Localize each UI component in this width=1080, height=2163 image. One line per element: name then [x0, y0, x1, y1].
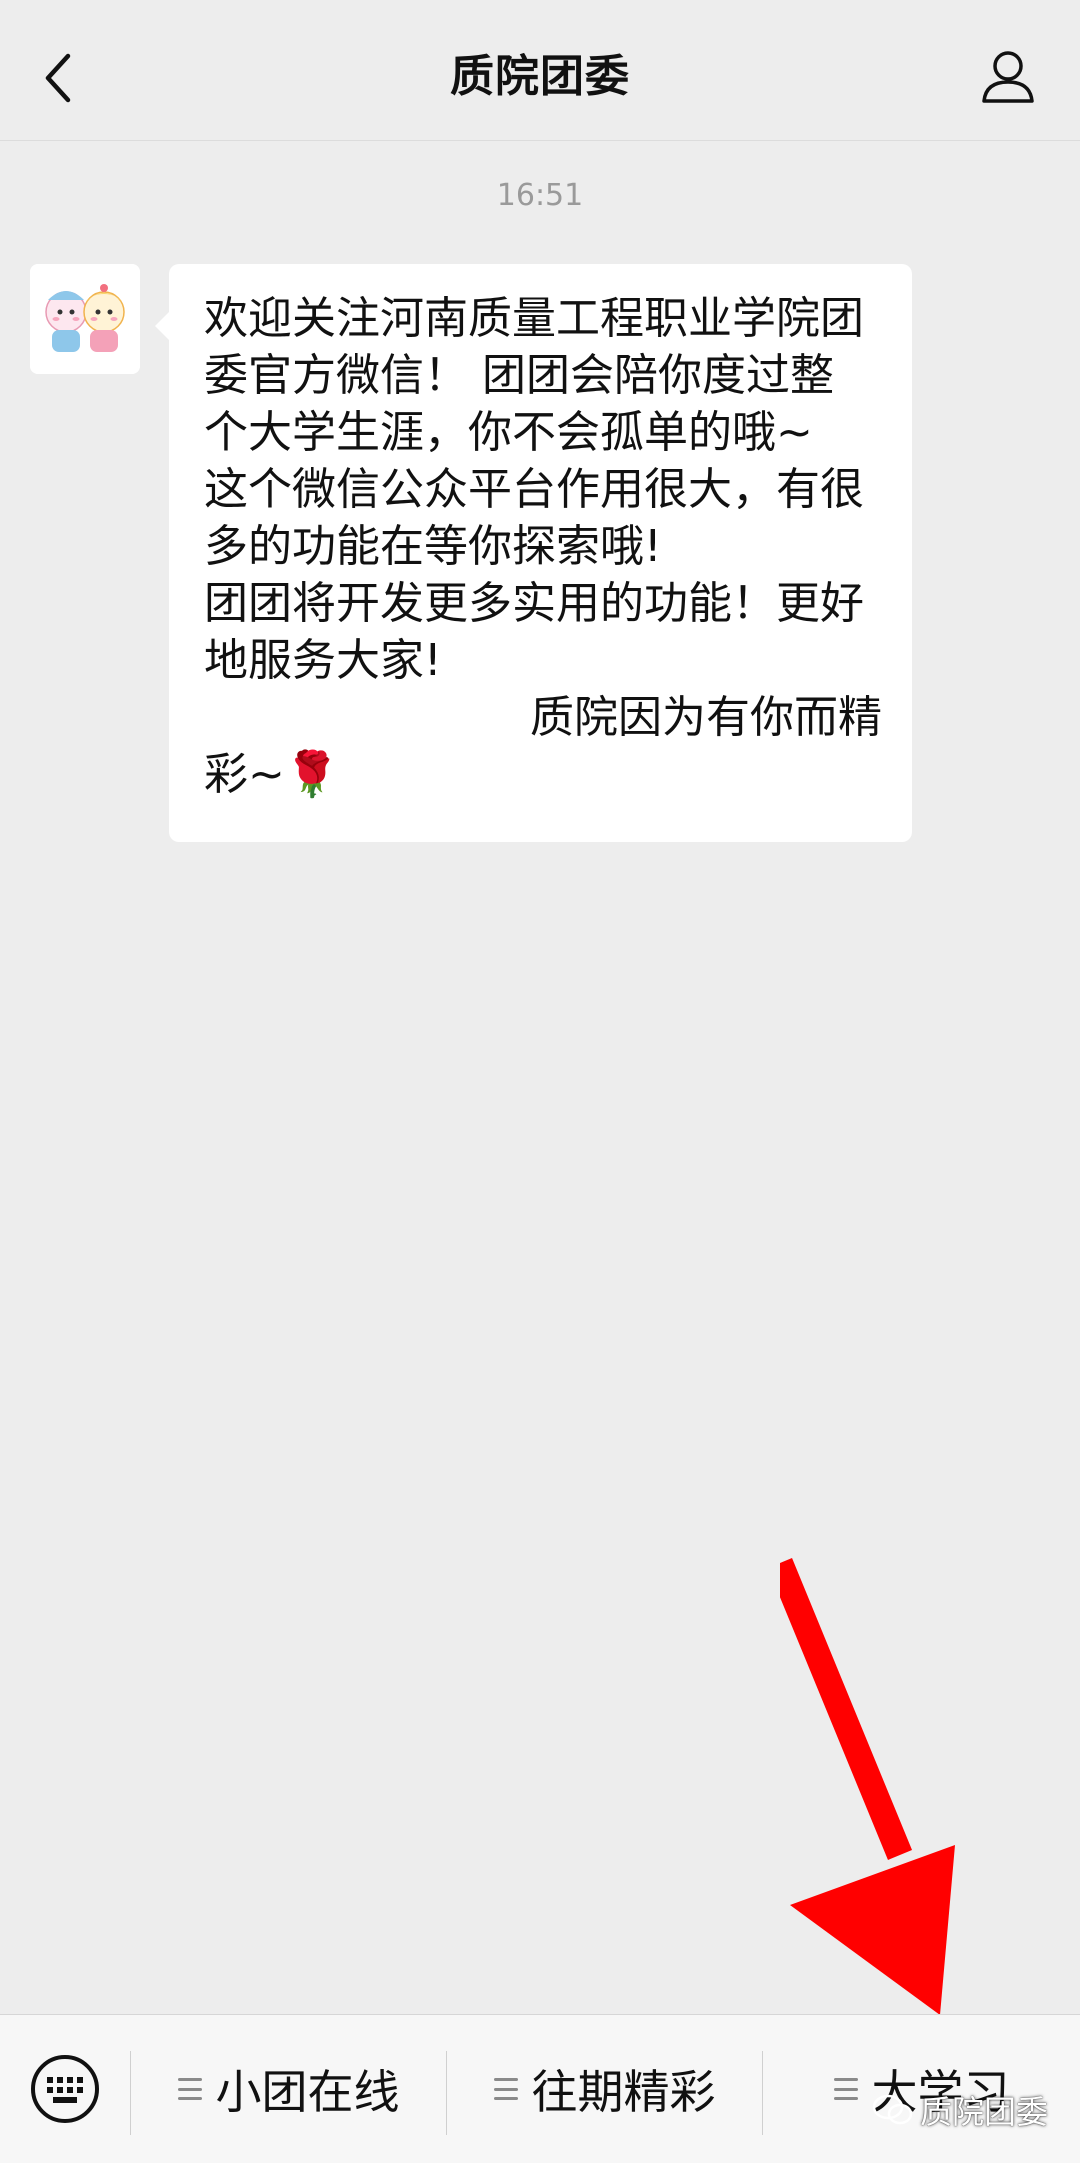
message-line: 个大学生涯，你不会孤单的哦~ — [204, 407, 813, 458]
message-line: 这个微信公众平台作用很大，有很 — [204, 464, 864, 515]
keyboard-toggle-button[interactable] — [0, 2015, 130, 2163]
message-line: 团团将开发更多实用的功能！更好 — [204, 578, 864, 629]
message-timestamp: 16:51 — [496, 178, 584, 213]
avatar[interactable] — [30, 264, 140, 374]
watermark: 质院团委 — [872, 2087, 1048, 2133]
message-line: 地服务大家! — [204, 635, 442, 686]
menu-list-icon — [833, 2078, 858, 2100]
bottom-menu-bar: 小团在线 往期精彩 大学习 质院团委 — [0, 2014, 1080, 2163]
menu-item-label: 往期精彩 — [531, 2065, 716, 2119]
header-bar: 质院团委 — [0, 0, 1080, 141]
chat-screen: 质院团委 16:51 欢迎关注河南质量工程职业学院团 委官方微信！ 团团会陪你度… — [0, 0, 1080, 2163]
message-line: 欢迎关注河南质量工程职业学院团 — [204, 293, 864, 344]
page-title: 质院团委 — [450, 51, 630, 102]
menu-list-icon — [493, 2078, 518, 2100]
mascot-avatar-icon — [30, 264, 140, 374]
menu-item-wangqi[interactable]: 往期精彩 — [447, 2015, 762, 2163]
message-bubble[interactable]: 欢迎关注河南质量工程职业学院团 委官方微信！ 团团会陪你度过整 个大学生涯，你不… — [155, 264, 912, 842]
profile-button[interactable] — [976, 44, 1040, 108]
watermark-text: 质院团委 — [919, 2093, 1048, 2131]
message-line: 多的功能在等你探索哦! — [204, 521, 662, 572]
message-line: 彩~🌹 — [204, 749, 340, 800]
message-line: 质院因为有你而精 — [530, 692, 882, 743]
keyboard-icon — [31, 2055, 99, 2123]
menu-item-label: 小团在线 — [215, 2065, 400, 2119]
message-line: 委官方微信！ 团团会陪你度过整 — [204, 350, 834, 401]
person-icon — [982, 51, 1034, 103]
menu-list-icon — [177, 2078, 202, 2100]
menu-item-xiaotuan[interactable]: 小团在线 — [131, 2015, 446, 2163]
wechat-icon — [872, 2094, 913, 2125]
red-arrow-icon — [780, 1558, 955, 2015]
